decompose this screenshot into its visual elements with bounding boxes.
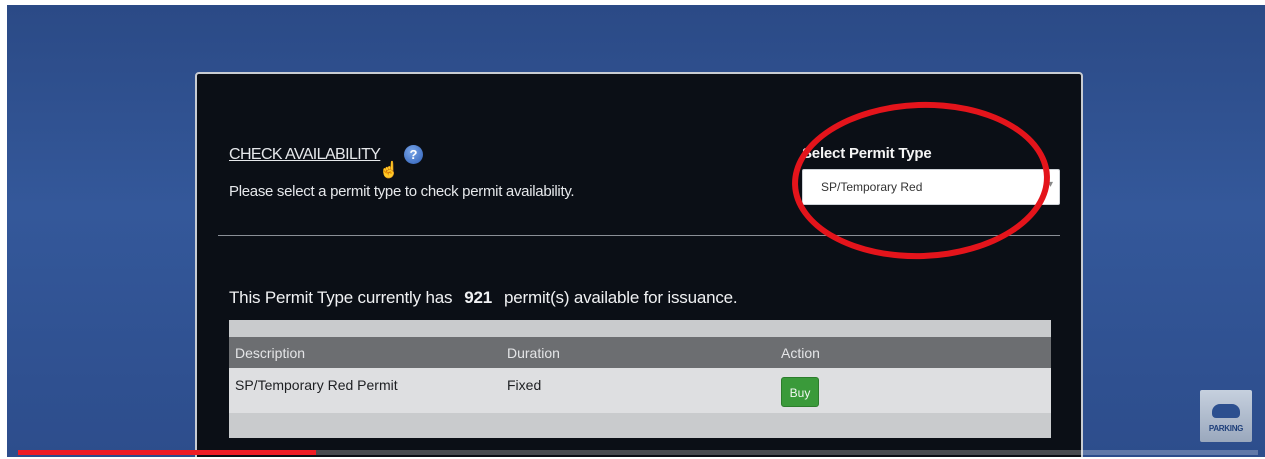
header-duration: Duration xyxy=(507,345,560,361)
check-availability-link[interactable]: CHECK AVAILABILITY xyxy=(229,146,381,164)
hand-pointer-icon: ☝ xyxy=(379,162,399,179)
available-permit-count: 921 xyxy=(464,288,493,307)
header-action: Action xyxy=(781,345,820,361)
header-description: Description xyxy=(235,345,306,361)
video-progress-fill xyxy=(18,450,316,455)
chevron-down-icon: ▾ xyxy=(1047,179,1053,190)
cell-duration: Fixed xyxy=(507,377,542,393)
parking-logo: PARKING xyxy=(1200,390,1252,442)
permit-type-label: Select Permit Type xyxy=(802,145,932,162)
parking-logo-text: PARKING xyxy=(1208,424,1244,433)
availability-message: This Permit Type currently has 921 permit(… xyxy=(229,288,738,308)
section-divider xyxy=(218,235,1060,236)
permit-table: Description Duration Action SP/Temporary… xyxy=(229,320,1051,438)
video-progress-bar[interactable] xyxy=(18,450,1258,455)
help-icon[interactable]: ? xyxy=(404,145,423,164)
table-row: SP/Temporary Red Permit Fixed Buy xyxy=(229,368,1051,413)
permit-type-selected-value: SP/Temporary Red xyxy=(821,180,923,194)
availability-suffix: permit(s) available for issuance. xyxy=(504,288,738,307)
car-icon xyxy=(1212,404,1240,418)
availability-instruction: Please select a permit type to check per… xyxy=(229,183,575,200)
cell-description: SP/Temporary Red Permit xyxy=(235,377,398,393)
table-header: Description Duration Action xyxy=(229,337,1051,368)
video-frame: CHECK AVAILABILITY ? ☝ Please select a p… xyxy=(7,5,1265,457)
permit-type-select[interactable]: SP/Temporary Red ▾ xyxy=(802,169,1060,205)
permit-panel: CHECK AVAILABILITY ? ☝ Please select a p… xyxy=(195,72,1083,457)
buy-button[interactable]: Buy xyxy=(781,377,819,407)
availability-prefix: This Permit Type currently has xyxy=(229,288,453,307)
